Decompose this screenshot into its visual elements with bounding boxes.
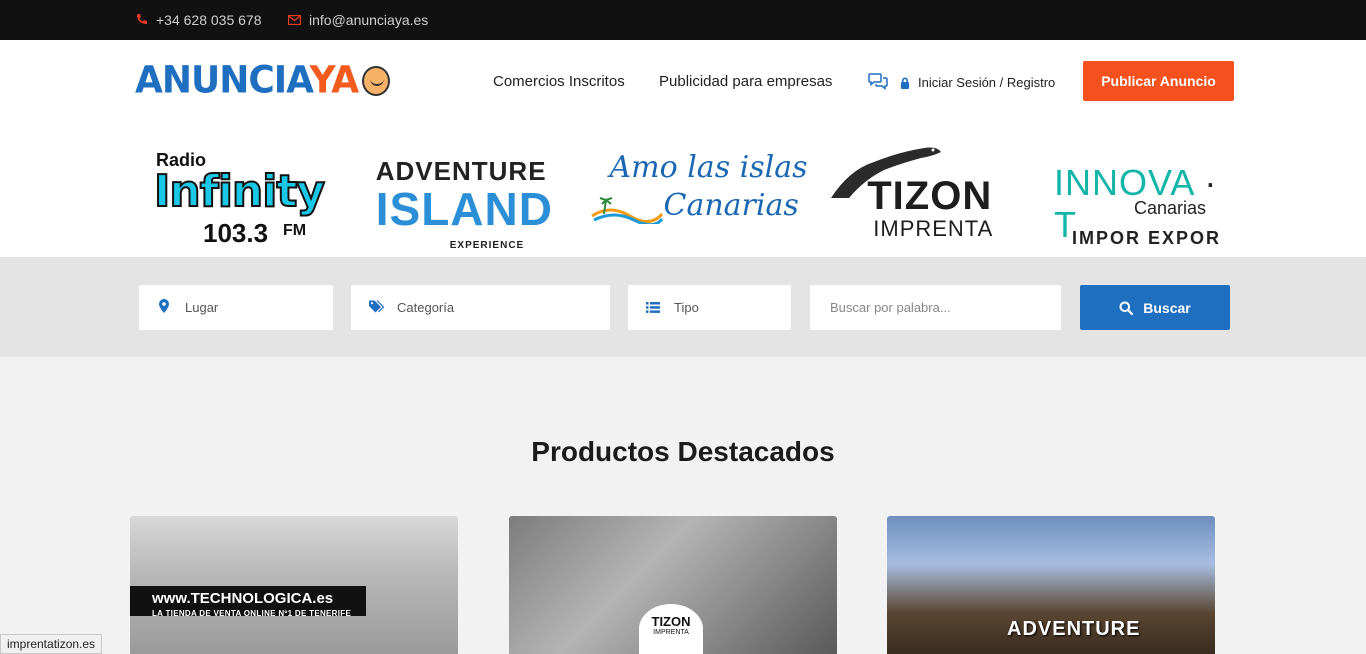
featured-product-card[interactable]: TIZON IMPRENTA <box>509 516 837 654</box>
envelope-icon <box>287 13 302 28</box>
featured-product-card[interactable]: ADVENTURE <box>887 516 1215 654</box>
list-icon <box>646 300 660 316</box>
tags-icon <box>369 299 385 316</box>
top-contact-bar: +34 628 035 678 info@anunciaya.es <box>0 0 1366 40</box>
sponsor-innova-line2: Canarias <box>1134 197 1207 218</box>
card-banner-title: www.TECHNOLOGICA.es <box>152 590 334 607</box>
nav-comercios-inscritos[interactable]: Comercios Inscritos <box>493 73 625 90</box>
sponsor-amo-las-islas-canarias[interactable]: Amo las islas Canarias <box>586 136 808 246</box>
sponsor-radio-line2: Infinity <box>153 165 326 218</box>
sponsor-adventure-line3: EXPERIENCE <box>449 239 525 251</box>
card-banner: www.TECHNOLOGICA.es LA TIENDA DE VENTA O… <box>130 586 366 618</box>
featured-section-title: Productos Destacados <box>531 436 835 467</box>
sponsor-radio-line3: 103.3 <box>203 217 269 248</box>
lock-icon <box>900 77 910 89</box>
sponsor-innova-t-canarias[interactable]: INNOVA · T Canarias IMPOR EXPOR <box>1048 136 1238 248</box>
sponsor-radio-infinity[interactable]: Radio Infinity 103.3 FM <box>128 136 333 248</box>
sponsor-logos-strip: Radio Infinity 103.3 FM ADVENTURE ISLAND… <box>128 128 1238 253</box>
sponsor-radio-line4: FM <box>283 221 307 239</box>
featured-product-card[interactable]: www.TECHNOLOGICA.es LA TIENDA DE VENTA O… <box>130 516 458 654</box>
search-bar: Lugar Categoría Tipo Buscar <box>0 257 1366 357</box>
nav-publicidad-empresas[interactable]: Publicidad para empresas <box>659 73 832 90</box>
location-select-label: Lugar <box>185 300 219 315</box>
sponsor-adventure-line2: ISLAND <box>375 182 553 235</box>
category-select[interactable]: Categoría <box>351 285 610 330</box>
map-marker-icon <box>157 299 171 316</box>
publish-ad-button[interactable]: Publicar Anuncio <box>1083 61 1234 101</box>
login-register-link[interactable]: Iniciar Sesión / Registro <box>900 75 1055 90</box>
location-select[interactable]: Lugar <box>139 285 333 330</box>
phone-icon <box>135 13 148 28</box>
email-address: info@anunciaya.es <box>309 12 429 28</box>
contact-email[interactable]: info@anunciaya.es <box>287 12 429 28</box>
contact-phone[interactable]: +34 628 035 678 <box>135 12 262 28</box>
logo-text: ANUNCIAYA <box>135 58 359 102</box>
chat-icon[interactable] <box>868 72 888 91</box>
type-select-label: Tipo <box>674 300 699 315</box>
sponsor-amo-line1: Amo las islas <box>609 149 808 185</box>
category-select-label: Categoría <box>397 300 455 315</box>
search-button[interactable]: Buscar <box>1080 285 1230 330</box>
sponsor-amo-line2: Canarias <box>663 187 799 223</box>
card-badge-subtitle: IMPRENTA <box>653 629 689 636</box>
search-icon <box>1119 301 1134 315</box>
card-badge: TIZON IMPRENTA <box>639 604 703 654</box>
sponsor-tizon-line2: IMPRENTA <box>873 215 994 241</box>
card-banner-tagline: LA TIENDA DE VENTA ONLINE Nº1 DE TENERIF… <box>152 609 352 618</box>
palm-wave-icon <box>590 196 663 224</box>
phone-number: +34 628 035 678 <box>156 12 262 28</box>
keyword-search-input[interactable] <box>810 300 1061 315</box>
search-button-label: Buscar <box>1143 299 1191 316</box>
sponsor-tizon-imprenta[interactable]: TIZON IMPRENTA <box>829 136 1009 246</box>
card-overlay-text: ADVENTURE <box>1007 618 1141 640</box>
sponsor-tizon-line1: TIZON <box>867 173 993 218</box>
site-logo[interactable]: ANUNCIAYA <box>135 60 390 102</box>
login-label: Iniciar Sesión / Registro <box>918 75 1056 90</box>
sponsor-innova-line3: IMPOR EXPOR <box>1072 227 1222 248</box>
sponsor-adventure-island[interactable]: ADVENTURE ISLAND EXPERIENCE <box>372 136 552 251</box>
type-select[interactable]: Tipo <box>628 285 791 330</box>
browser-status-url: imprentatizon.es <box>0 634 103 654</box>
card-badge-title: TIZON <box>651 614 691 629</box>
keyword-search-field[interactable] <box>810 285 1061 330</box>
mascot-icon <box>362 66 390 96</box>
